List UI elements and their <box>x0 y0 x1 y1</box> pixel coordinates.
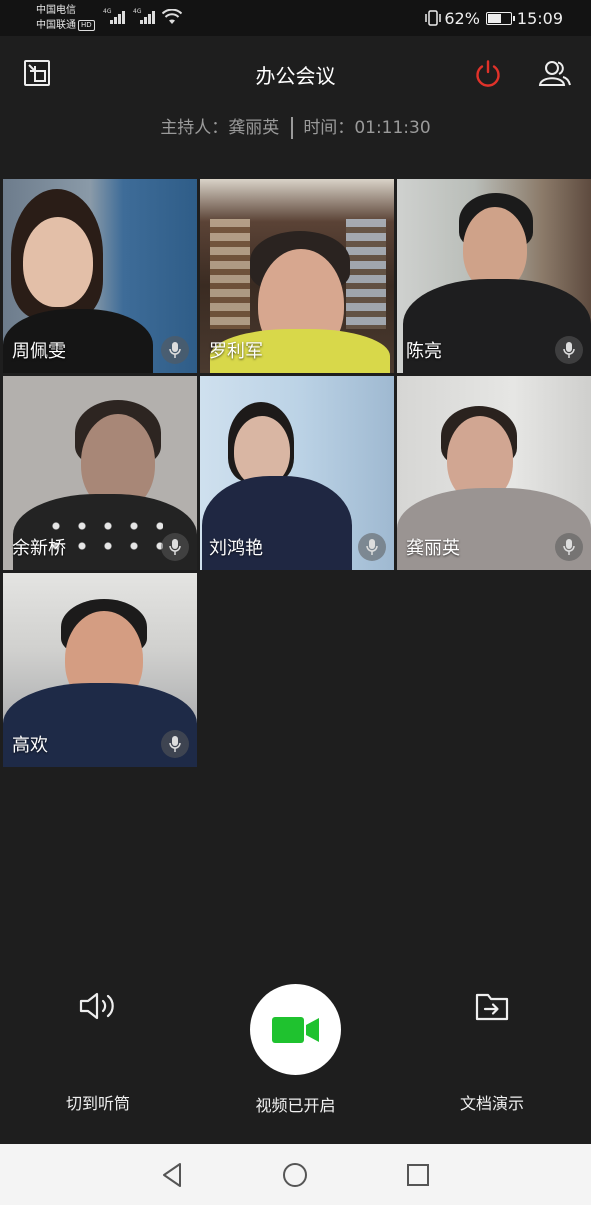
doc-label: 文档演示 <box>459 1094 524 1113</box>
carrier-info: 中国电信 中国联通 HD <box>36 3 95 33</box>
system-nav-bar <box>0 1144 591 1205</box>
meeting-info: 主持人：龚丽英 时间：01:11:30 <box>0 113 591 139</box>
carrier-2: 中国联通 <box>36 20 76 31</box>
home-circle-icon[interactable] <box>280 1160 310 1190</box>
power-icon[interactable] <box>473 58 503 88</box>
video-camera-icon <box>271 1016 319 1043</box>
info-divider <box>291 117 294 139</box>
document-share-control[interactable]: 文档演示 <box>442 985 542 1114</box>
mic-icon <box>358 533 386 561</box>
clock: 15:09 <box>516 8 563 28</box>
meeting-duration: 01:11:30 <box>354 118 431 138</box>
battery-icon <box>485 11 515 25</box>
participant-name: 刘鸿艳 <box>209 538 263 559</box>
back-triangle-icon[interactable] <box>157 1160 187 1190</box>
mic-icon <box>161 533 189 561</box>
carrier-1: 中国电信 <box>36 5 76 16</box>
time-label: 时间： <box>303 118 355 138</box>
video-tile[interactable]: 周佩雯 <box>3 179 197 373</box>
video-toggle-button[interactable] <box>250 984 341 1075</box>
participant-name: 余新桥 <box>12 538 66 559</box>
share-document-icon <box>475 993 509 1021</box>
switch-earpiece-control[interactable]: 切到听筒 <box>48 985 148 1114</box>
mic-icon <box>161 730 189 758</box>
participant-name: 陈亮 <box>406 341 442 362</box>
participant-name: 罗利军 <box>209 341 263 362</box>
recents-square-icon[interactable] <box>403 1160 433 1190</box>
speaker-icon <box>79 992 114 1020</box>
participant-name: 周佩雯 <box>12 341 66 362</box>
video-label: 视频已开启 <box>255 1096 336 1115</box>
host-name: 龚丽英 <box>228 118 280 138</box>
video-tile[interactable]: 罗利军 <box>200 179 394 373</box>
video-status: 视频已开启 <box>230 1092 361 1116</box>
wifi-icon <box>161 8 183 29</box>
battery-percent: 62% <box>444 8 480 28</box>
video-tile[interactable]: 余新桥 <box>3 376 197 570</box>
mic-icon <box>161 336 189 364</box>
video-tile[interactable]: 高欢 <box>3 573 197 767</box>
participant-name: 龚丽英 <box>406 538 460 559</box>
mic-icon <box>555 336 583 364</box>
mic-icon <box>555 533 583 561</box>
video-tile[interactable]: 陈亮 <box>397 179 591 373</box>
video-tile[interactable]: 龚丽英 <box>397 376 591 570</box>
host-label: 主持人： <box>160 118 229 138</box>
status-bar: 中国电信 中国联通 HD 4G 4G 62% 15:09 <box>0 0 591 36</box>
participants-icon[interactable] <box>538 58 572 88</box>
meeting-header: 办公会议 主持人：龚丽英 时间：01:11:30 <box>0 36 591 146</box>
video-tile[interactable]: 刘鸿艳 <box>200 376 394 570</box>
vibrate-icon <box>425 10 442 26</box>
speaker-label: 切到听筒 <box>65 1094 130 1113</box>
participant-name: 高欢 <box>12 735 48 756</box>
hd-badge: HD <box>78 19 95 31</box>
